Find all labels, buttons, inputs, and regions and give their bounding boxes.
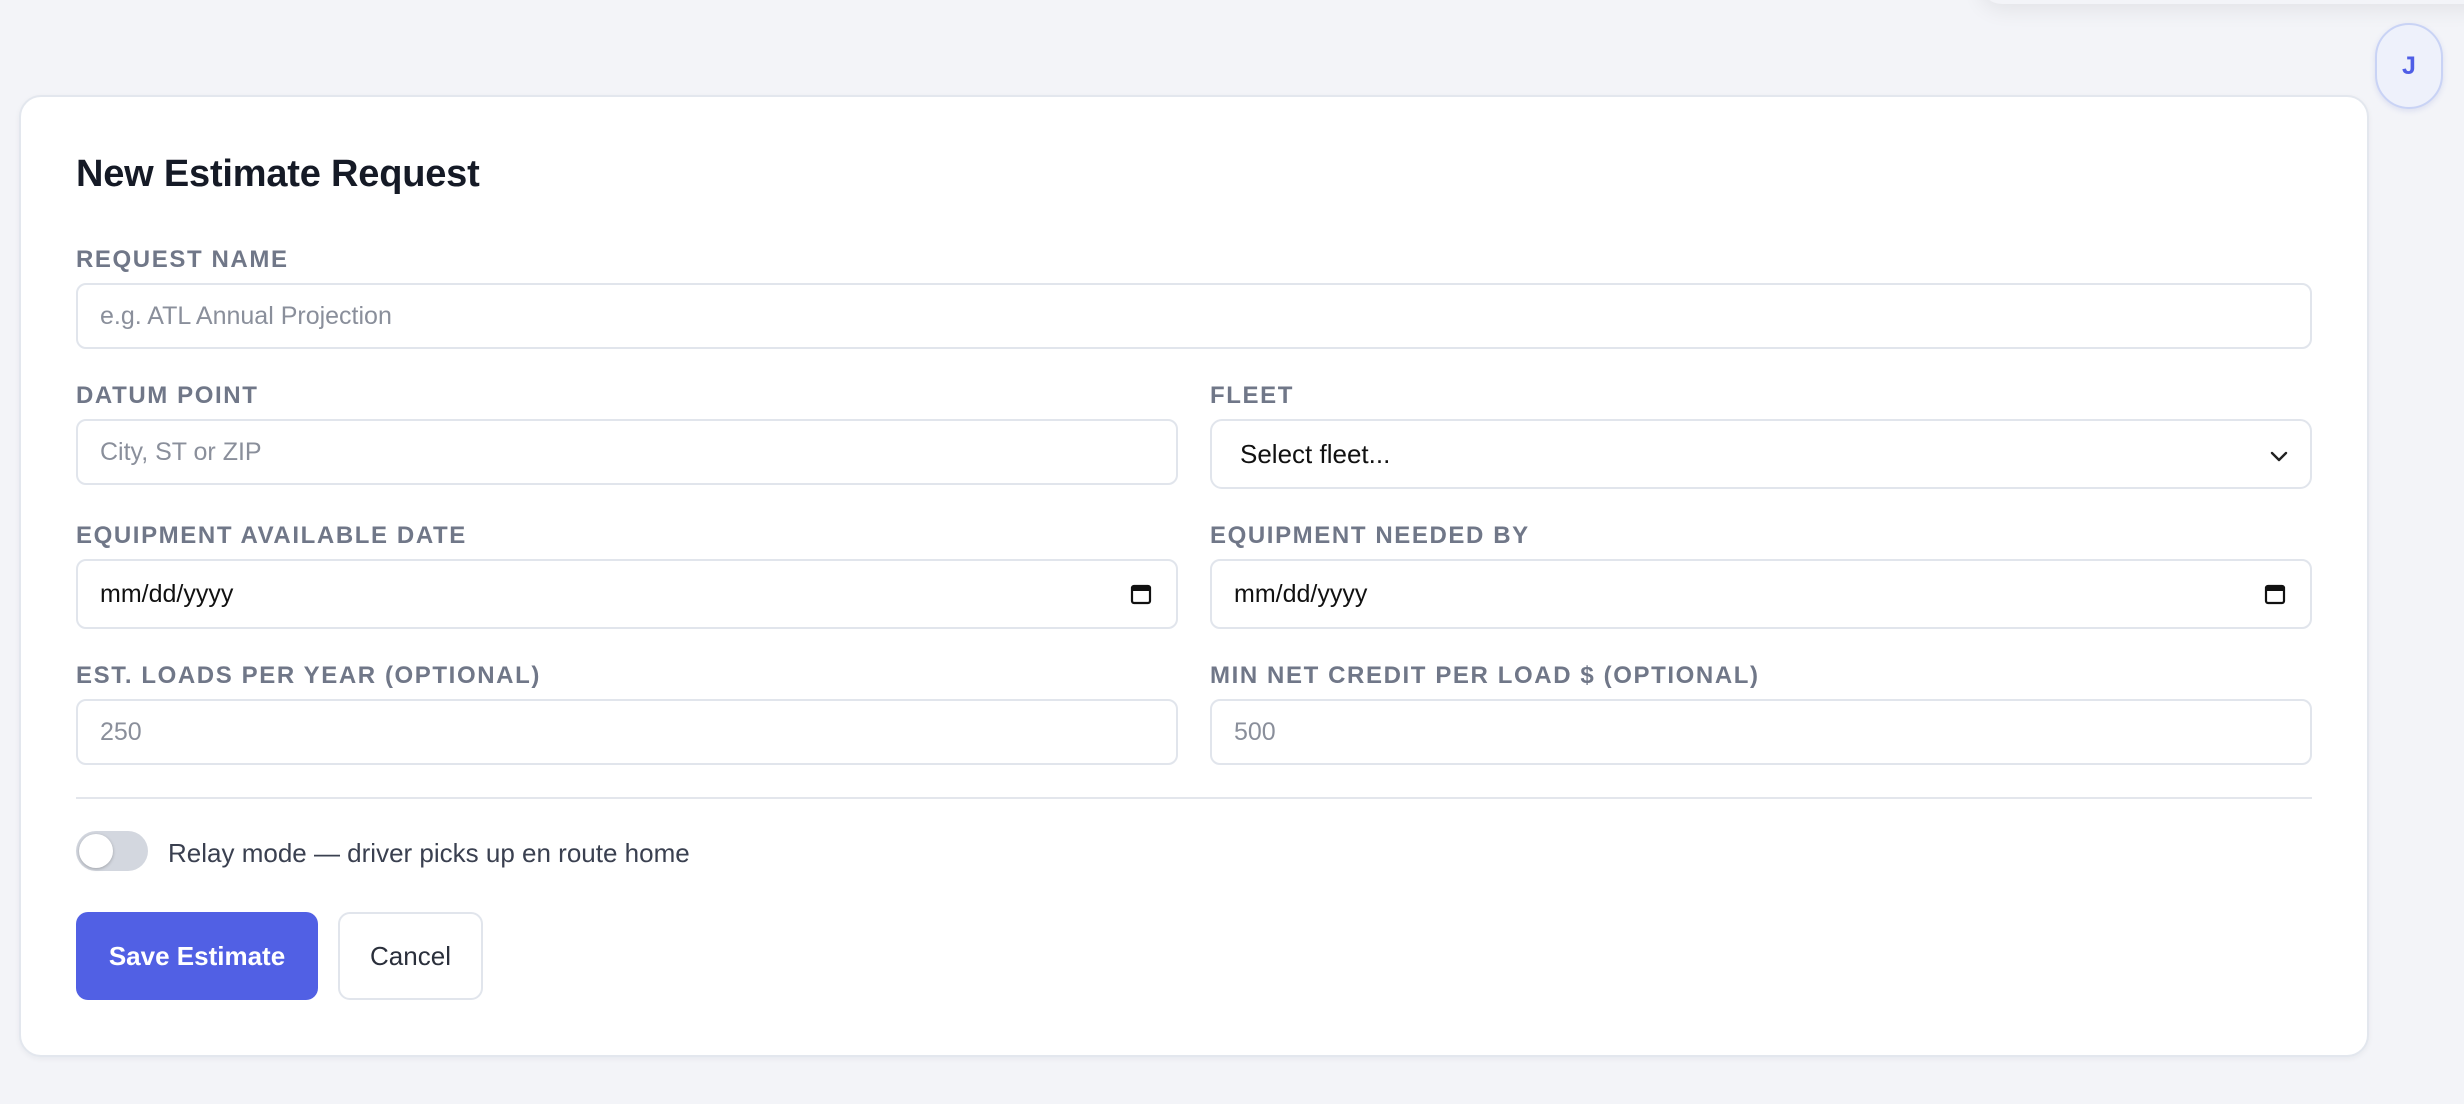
equipment-available-date-label: EQUIPMENT AVAILABLE DATE [76,522,467,549]
save-estimate-button[interactable]: Save Estimate [76,912,318,1000]
fleet-select[interactable]: Select fleet... [1210,419,2312,489]
fleet-label: FLEET [1210,382,1294,409]
equipment-needed-by-value: mm/dd/yyyy [1234,579,1368,608]
fleet-selected-value: Select fleet... [1240,438,1391,469]
relay-mode-label: Relay mode — driver picks up en route ho… [168,838,690,868]
datum-point-placeholder: City, ST or ZIP [100,437,262,466]
calendar-icon[interactable] [2264,583,2286,605]
est-loads-input[interactable]: 250 [76,699,1178,765]
chevron-down-icon [2270,451,2288,462]
request-name-input[interactable]: e.g. ATL Annual Projection [76,283,2312,349]
est-loads-label: EST. LOADS PER YEAR (OPTIONAL) [76,662,541,689]
equipment-available-date-value: mm/dd/yyyy [100,579,234,608]
min-net-credit-input[interactable]: 500 [1210,699,2312,765]
equipment-available-date-input[interactable]: mm/dd/yyyy [76,559,1178,629]
est-loads-placeholder: 250 [100,717,142,746]
equipment-needed-by-input[interactable]: mm/dd/yyyy [1210,559,2312,629]
calendar-icon[interactable] [1130,583,1152,605]
request-name-label: REQUEST NAME [76,246,289,273]
request-name-placeholder: e.g. ATL Annual Projection [100,301,392,330]
relay-mode-toggle[interactable] [76,831,148,871]
equipment-needed-by-label: EQUIPMENT NEEDED BY [1210,522,1530,549]
datum-point-input[interactable]: City, ST or ZIP [76,419,1178,485]
page-title: New Estimate Request [76,153,480,195]
min-net-credit-placeholder: 500 [1234,717,1276,746]
datum-point-label: DATUM POINT [76,382,259,409]
top-bar-shadow [1980,0,2464,4]
min-net-credit-label: MIN NET CREDIT PER LOAD $ (OPTIONAL) [1210,662,1760,689]
toggle-knob [79,834,113,868]
user-avatar[interactable]: J [2375,23,2443,109]
form-divider [76,797,2312,799]
avatar-initial: J [2402,51,2416,80]
cancel-button[interactable]: Cancel [338,912,483,1000]
